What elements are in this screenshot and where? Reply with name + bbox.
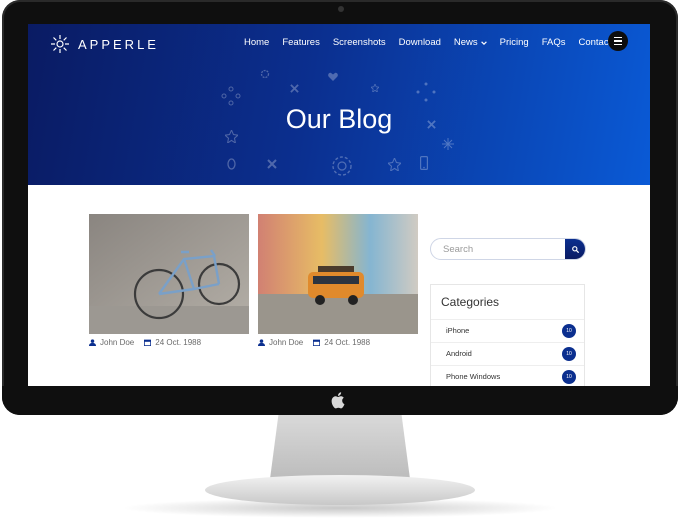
monitor-base (205, 475, 475, 505)
camera-dot (338, 6, 344, 12)
close-icon (267, 159, 277, 169)
apple-icon (331, 392, 345, 409)
gear-icon (260, 69, 270, 79)
gear-icon (332, 156, 352, 176)
monitor-stand (270, 415, 410, 479)
brand-name: APPERLE (78, 36, 159, 52)
nav-news-label: News (453, 37, 478, 48)
logo-icon (51, 35, 69, 53)
nav-contact[interactable]: Contact (578, 37, 611, 48)
nav-home[interactable]: Home (244, 37, 269, 48)
author-name: John Doe (100, 338, 135, 347)
circle-icon (227, 158, 236, 170)
phone-icon (420, 156, 428, 170)
user-icon (89, 339, 96, 346)
blog-post-card[interactable]: John Doe 24 Oct. 1988 (89, 214, 249, 347)
heart-icon (328, 72, 338, 81)
nav-download[interactable]: Download (399, 37, 441, 48)
toy-bus-image (258, 214, 418, 334)
categories-title: Categories (441, 295, 500, 309)
categories-widget: Categories iPhone 10 Android 10 Phone Wi… (430, 284, 585, 394)
calendar-icon (144, 339, 152, 346)
nav-pricing[interactable]: Pricing (500, 37, 529, 48)
post-meta: John Doe 24 Oct. 1988 (89, 338, 201, 347)
menu-icon (614, 36, 622, 39)
star-icon (371, 84, 379, 92)
calendar-icon (313, 339, 321, 346)
hero-banner: APPERLE Home Features Screenshots Downlo… (28, 24, 650, 185)
user-icon (258, 339, 265, 346)
chevron-down-icon (480, 40, 487, 45)
category-label: iPhone (446, 326, 470, 335)
menu-button[interactable] (608, 31, 628, 51)
category-item[interactable]: Android 10 (431, 342, 584, 364)
nav-news[interactable]: News (454, 37, 487, 48)
nav-screenshots[interactable]: Screenshots (333, 37, 386, 48)
search-button[interactable] (565, 239, 585, 259)
logo[interactable]: APPERLE (50, 34, 159, 54)
post-author[interactable]: John Doe (89, 338, 134, 347)
date-text: 24 Oct. 1988 (155, 338, 202, 347)
post-date: 24 Oct. 1988 (313, 338, 370, 347)
bicycle-image (89, 214, 249, 334)
main-nav: Home Features Screenshots Download News … (244, 37, 624, 48)
search-input[interactable] (431, 239, 565, 259)
blog-post-card[interactable]: John Doe 24 Oct. 1988 (258, 214, 418, 347)
dots-circle-icon (221, 86, 241, 106)
search-box (430, 238, 586, 260)
category-count-badge: 10 (562, 323, 576, 338)
category-item[interactable]: Phone Windows 10 (431, 365, 584, 387)
category-count-badge: 10 (562, 346, 576, 361)
author-name: John Doe (269, 338, 304, 347)
post-date: 24 Oct. 1988 (144, 338, 201, 347)
post-meta: John Doe 24 Oct. 1988 (258, 338, 370, 347)
star-icon (388, 158, 401, 171)
category-label: Android (446, 349, 472, 358)
page-title: Our Blog (285, 104, 393, 134)
search-icon (571, 245, 579, 253)
category-label: Phone Windows (446, 372, 501, 381)
close-icon (290, 84, 299, 93)
dots-circle-icon (416, 82, 436, 102)
date-text: 24 Oct. 1988 (324, 338, 371, 347)
category-count-badge: 10 (562, 369, 576, 384)
category-item[interactable]: iPhone 10 (431, 319, 584, 341)
post-author[interactable]: John Doe (258, 338, 303, 347)
nav-faqs[interactable]: FAQs (542, 37, 566, 48)
nav-features[interactable]: Features (282, 37, 320, 48)
sparkle-icon (442, 138, 454, 150)
